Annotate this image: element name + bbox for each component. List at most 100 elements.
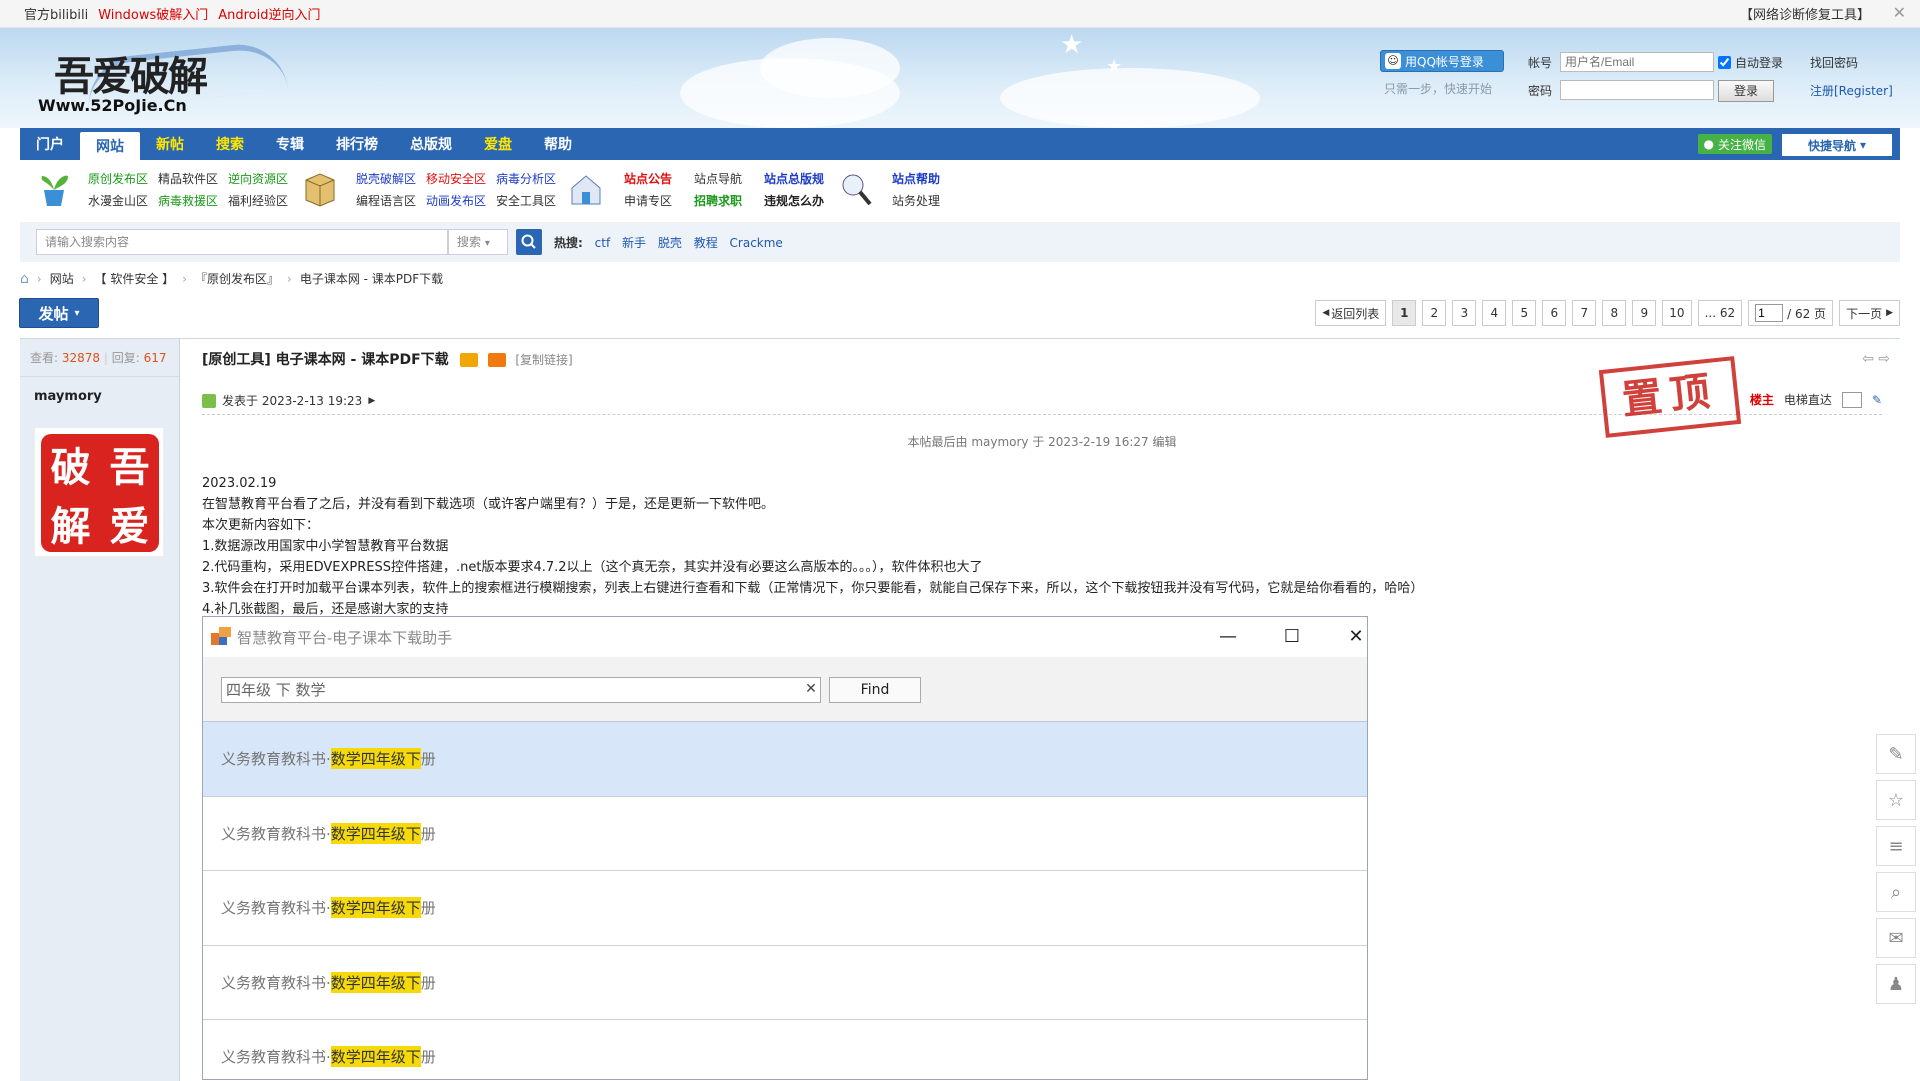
site-navigation-link[interactable]: 站点导航 (694, 170, 742, 187)
chevron-right-icon[interactable]: ▶ (368, 396, 375, 406)
violation-link[interactable]: 违规怎么办 (764, 192, 824, 209)
forum-welfare[interactable]: 福利经验区 (228, 192, 288, 209)
list-item[interactable]: 义务教育教科书· 数学四年级下册 (203, 722, 1367, 797)
page-link[interactable]: 5 (1512, 300, 1537, 326)
user-icon[interactable]: ♟ (1876, 964, 1916, 1004)
maximize-icon[interactable]: ☐ (1269, 621, 1315, 651)
avatar[interactable]: 破 吾 解 爱 (34, 427, 164, 557)
page-link[interactable]: 3 (1452, 300, 1477, 326)
nav-ranking[interactable]: 排行榜 (320, 128, 394, 160)
nav-aipan[interactable]: 爱盘 (468, 128, 528, 160)
wechat-icon[interactable]: ✉ (1876, 918, 1916, 958)
forum-animation[interactable]: 动画发布区 (426, 192, 486, 209)
nav-albums[interactable]: 专辑 (260, 128, 320, 160)
nav-search[interactable]: 搜索 (200, 128, 260, 160)
author-name[interactable]: maymory (20, 377, 179, 404)
search-button[interactable] (516, 229, 542, 255)
wechat-follow-button[interactable]: ● 关注微信 (1697, 134, 1772, 154)
nav-rules[interactable]: 总版规 (394, 128, 468, 160)
page-link[interactable]: ... 62 (1697, 300, 1743, 326)
nav-help[interactable]: 帮助 (528, 128, 588, 160)
next-thread-icon[interactable]: ⇨ (1878, 351, 1890, 367)
find-button[interactable]: Find (829, 677, 921, 703)
breadcrumb-item[interactable]: 【 软件安全 】 (95, 270, 175, 287)
page-link[interactable]: 7 (1572, 300, 1597, 326)
site-logo[interactable]: 吾爱破解 Www.52PoJie.Cn (26, 39, 289, 124)
edit-icon[interactable]: ✎ (1876, 734, 1916, 774)
forum-premium-software[interactable]: 精品软件区 (158, 170, 218, 187)
minimize-icon[interactable]: — (1205, 621, 1251, 651)
quick-nav-dropdown[interactable]: 快捷导航 ▾ (1782, 134, 1892, 156)
page-link[interactable]: 10 (1662, 300, 1692, 326)
windows-cracking-link[interactable]: Windows破解入门 (98, 4, 208, 23)
login-button[interactable]: 登录 (1718, 80, 1774, 102)
menu-icon[interactable]: ≡ (1876, 826, 1916, 866)
network-diagnose-link[interactable]: 【网络诊断修复工具】 (1740, 4, 1870, 23)
app-search-input[interactable]: 四年级 下 数学 (221, 677, 821, 703)
hot-term[interactable]: 教程 (694, 236, 718, 250)
page-link[interactable]: 8 (1602, 300, 1627, 326)
page-link[interactable]: 6 (1542, 300, 1567, 326)
breadcrumb-item[interactable]: 网站 (50, 270, 74, 287)
breadcrumb-item[interactable]: 『原创发布区』 (195, 270, 279, 287)
find-password-link[interactable]: 找回密码 (1810, 54, 1858, 71)
list-item[interactable]: 义务教育教科书· 数学四年级下册 (203, 871, 1367, 946)
previous-thread-icon[interactable]: ⇦ (1862, 351, 1874, 367)
application-zone-link[interactable]: 申请专区 (624, 192, 672, 209)
star-icon[interactable]: ☆ (1876, 780, 1916, 820)
qq-login-button[interactable]: ☺ 用QQ帐号登录 (1380, 50, 1504, 72)
forum-virus-rescue[interactable]: 病毒救援区 (158, 192, 218, 209)
site-help-link[interactable]: 站点帮助 (892, 170, 940, 187)
home-icon[interactable]: ⌂ (20, 271, 29, 287)
forum-mobile-security[interactable]: 移动安全区 (426, 170, 486, 187)
star-decoration: ★ (1060, 30, 1084, 60)
copy-link-button[interactable]: [复制链接] (515, 353, 572, 367)
next-page-button[interactable]: 下一页 ▶ (1839, 300, 1900, 326)
nav-website[interactable]: 网站 (80, 132, 140, 160)
site-announcement-link[interactable]: 站点公告 (624, 170, 672, 187)
list-item[interactable]: 义务教育教科书· 数学四年级下册 (203, 946, 1367, 1020)
bilibili-link[interactable]: 官方bilibili (24, 4, 88, 23)
forum-virus-analysis[interactable]: 病毒分析区 (496, 170, 556, 187)
page-jump-input[interactable] (1755, 304, 1784, 322)
hot-term[interactable]: 新手 (622, 236, 646, 250)
search-icon[interactable]: ⌕ (1876, 872, 1916, 912)
hot-term[interactable]: 脱壳 (658, 236, 682, 250)
account-field[interactable] (1560, 52, 1714, 72)
recruitment-link[interactable]: 招聘求职 (694, 192, 742, 209)
page-link[interactable]: 4 (1482, 300, 1507, 326)
register-link[interactable]: 注册[Register] (1810, 82, 1893, 99)
auto-login-checkbox[interactable]: 自动登录 (1718, 54, 1783, 71)
breadcrumb-item[interactable]: 电子课本网 - 课本PDF下载 (300, 270, 443, 287)
forum-original-release[interactable]: 原创发布区 (88, 170, 148, 187)
auto-login-check[interactable] (1718, 56, 1731, 69)
list-item[interactable]: 义务教育教科书· 数学四年级下册 (203, 797, 1367, 871)
password-field[interactable] (1560, 80, 1714, 100)
clear-icon[interactable]: ✕ (801, 679, 821, 699)
forum-shuiman[interactable]: 水漫金山区 (88, 192, 148, 209)
android-reverse-link[interactable]: Android逆向入门 (218, 4, 320, 23)
forum-reverse-resources[interactable]: 逆向资源区 (228, 170, 288, 187)
forum-unpack-crack[interactable]: 脱壳破解区 (356, 170, 416, 187)
new-post-button[interactable]: 发帖 ▾ (19, 298, 99, 328)
forum-security-tools[interactable]: 安全工具区 (496, 192, 556, 209)
row-highlight: 数学四年级下 (330, 1046, 421, 1068)
page-link[interactable]: 2 (1422, 300, 1447, 326)
back-to-list-button[interactable]: ◀ 返回列表 (1315, 300, 1387, 326)
search-input[interactable]: 请输入搜索内容 (36, 229, 448, 255)
forum-programming[interactable]: 编程语言区 (356, 192, 416, 209)
search-type-select[interactable]: 搜索 ▾ (448, 229, 508, 255)
hot-term[interactable]: Crackme (730, 236, 783, 250)
elevator-input[interactable] (1841, 391, 1862, 408)
close-icon[interactable]: ✕ (1893, 3, 1906, 22)
page-link[interactable]: 9 (1632, 300, 1657, 326)
nav-new-posts[interactable]: 新帖 (140, 128, 200, 160)
site-rules-link[interactable]: 站点总版规 (764, 170, 824, 187)
page-link[interactable]: 1 (1392, 300, 1417, 326)
close-icon[interactable]: ✕ (1333, 621, 1367, 651)
list-item[interactable]: 义务教育教科书· 数学四年级下册 (203, 1020, 1367, 1079)
pen-icon[interactable]: ✎ (1872, 393, 1882, 407)
hot-term[interactable]: ctf (595, 236, 611, 250)
site-affairs-link[interactable]: 站务处理 (892, 192, 940, 209)
nav-portal[interactable]: 门户 (20, 128, 80, 160)
